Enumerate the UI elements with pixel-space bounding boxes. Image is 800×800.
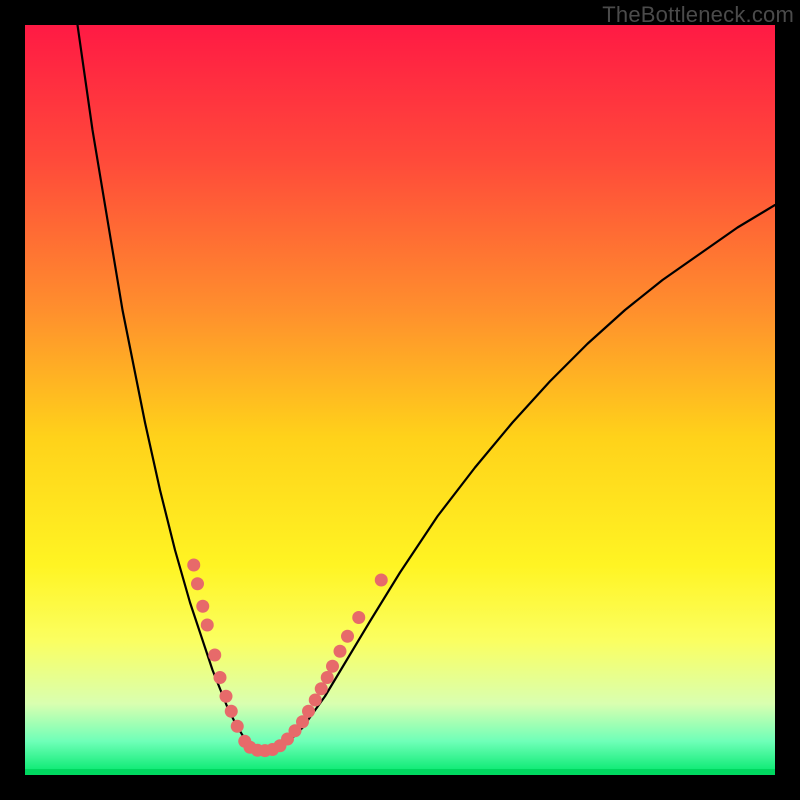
- plot-area: [25, 25, 775, 775]
- chart-svg: [25, 25, 775, 775]
- baseline-band: [25, 769, 775, 775]
- watermark-text: TheBottleneck.com: [602, 2, 794, 28]
- chart-frame: TheBottleneck.com: [0, 0, 800, 800]
